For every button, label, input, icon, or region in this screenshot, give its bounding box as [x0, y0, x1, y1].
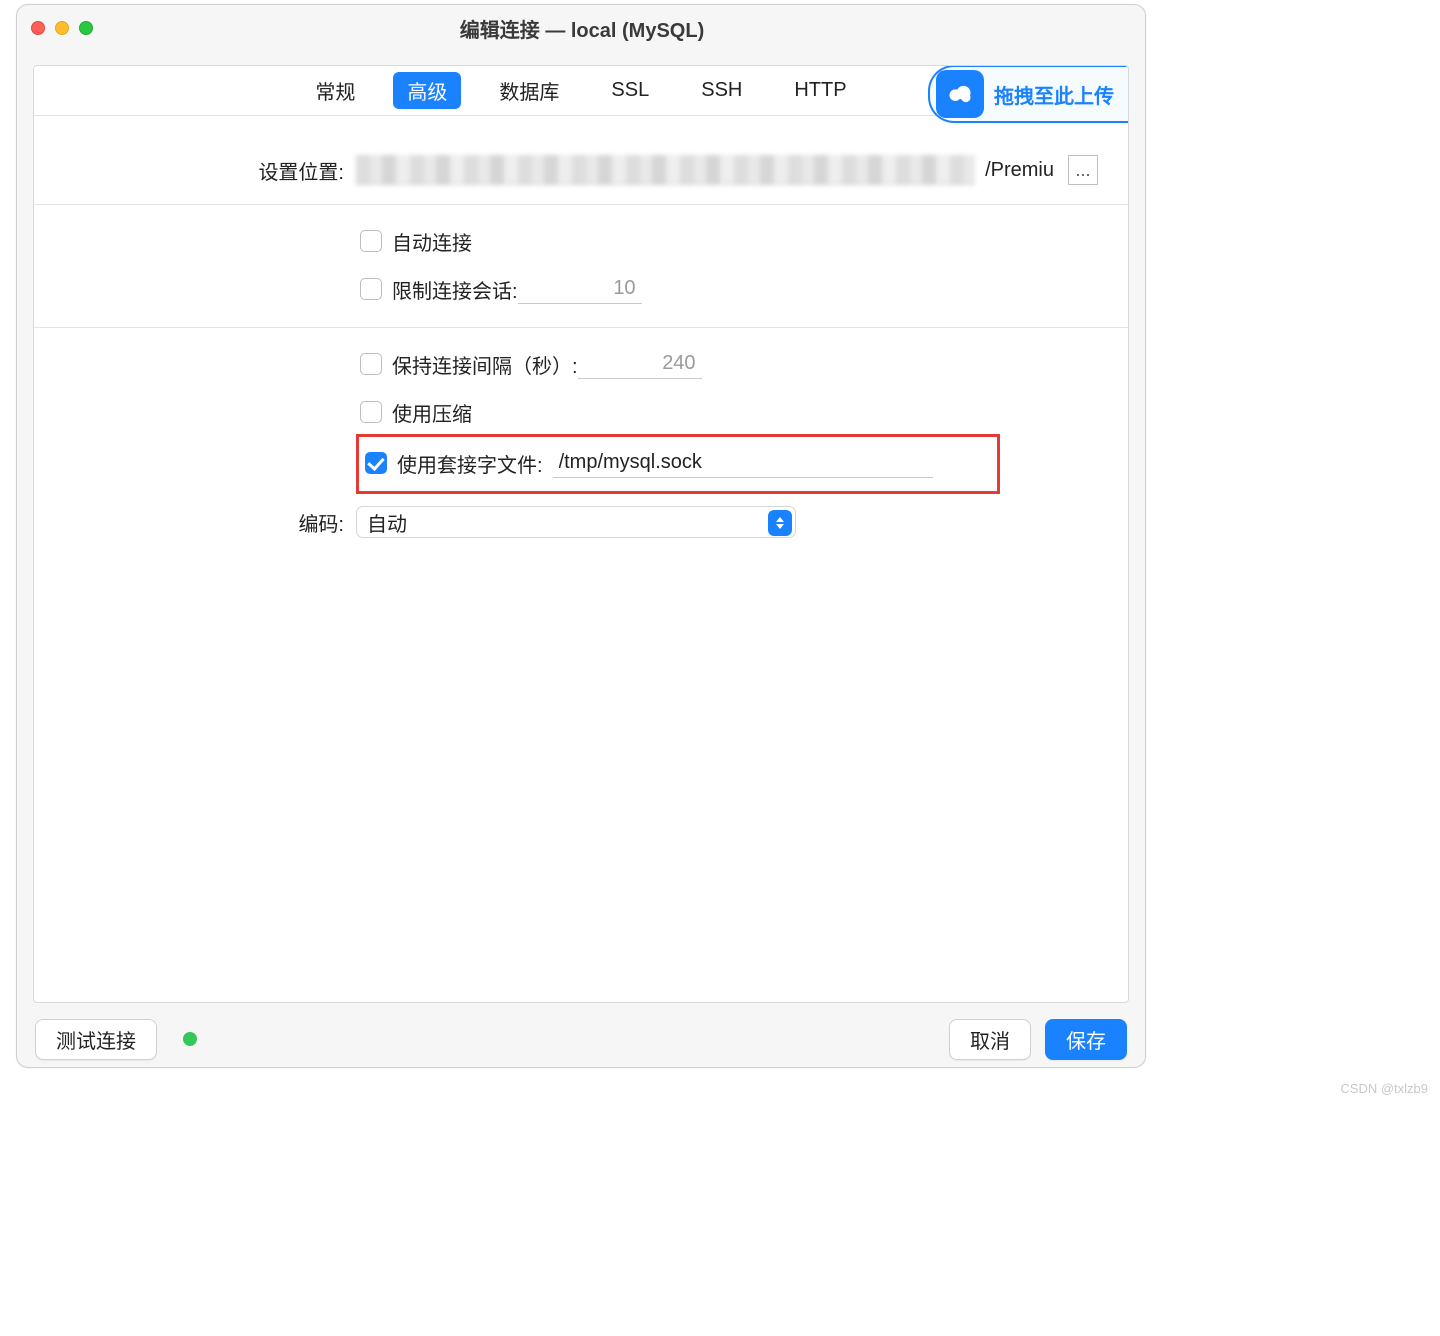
- browse-location-button[interactable]: ...: [1068, 155, 1098, 185]
- content-panel: 常规 高级 数据库 SSL SSH HTTP 拖拽至此上传 设置位置: /Pre…: [33, 65, 1129, 1003]
- location-value-redacted: [356, 155, 975, 185]
- encoding-label: 编码:: [64, 508, 356, 537]
- divider: [34, 204, 1128, 205]
- keepalive-checkbox[interactable]: [360, 353, 382, 375]
- form: 设置位置: /Premiu ... 自动连接: [34, 116, 1128, 556]
- auto-connect-label: 自动连接: [392, 227, 472, 256]
- keepalive-label: 保持连接间隔（秒）:: [392, 350, 578, 379]
- socket-checkbox[interactable]: [365, 452, 387, 474]
- divider: [34, 327, 1128, 328]
- auto-connect-checkbox[interactable]: [360, 230, 382, 252]
- socket-label: 使用套接字文件:: [397, 449, 543, 478]
- limit-sessions-input[interactable]: [518, 274, 642, 304]
- cloud-icon: [936, 70, 984, 118]
- tab-advanced[interactable]: 高级: [393, 72, 461, 109]
- save-button[interactable]: 保存: [1045, 1019, 1127, 1060]
- keepalive-input[interactable]: [578, 349, 702, 379]
- socket-highlight: 使用套接字文件:: [356, 434, 1000, 494]
- titlebar: 编辑连接 — local (MySQL): [17, 5, 1145, 51]
- window-controls: [31, 21, 93, 35]
- edit-connection-modal: 编辑连接 — local (MySQL) 常规 高级 数据库 SSL SSH H…: [16, 4, 1146, 1068]
- limit-sessions-label: 限制连接会话:: [392, 275, 518, 304]
- encoding-value: 自动: [367, 508, 407, 537]
- zoom-window-button[interactable]: [79, 21, 93, 35]
- cancel-button[interactable]: 取消: [949, 1019, 1031, 1060]
- updown-icon: [768, 510, 792, 536]
- upload-label: 拖拽至此上传: [994, 80, 1114, 109]
- compression-label: 使用压缩: [392, 398, 472, 427]
- test-connection-button[interactable]: 测试连接: [35, 1019, 157, 1060]
- encoding-select[interactable]: 自动: [356, 506, 796, 538]
- location-label: 设置位置:: [64, 156, 356, 185]
- compression-checkbox[interactable]: [360, 401, 382, 423]
- location-trail: /Premiu: [985, 159, 1054, 182]
- upload-dropzone[interactable]: 拖拽至此上传: [928, 65, 1128, 123]
- connection-status-indicator: [183, 1032, 197, 1046]
- socket-path-input[interactable]: [553, 448, 933, 478]
- footer: 测试连接 取消 保存: [17, 1011, 1145, 1067]
- tab-http[interactable]: HTTP: [780, 75, 860, 106]
- tab-general[interactable]: 常规: [301, 72, 369, 109]
- limit-sessions-checkbox[interactable]: [360, 278, 382, 300]
- close-window-button[interactable]: [31, 21, 45, 35]
- watermark: CSDN @txlzb9: [1340, 1081, 1428, 1096]
- tab-ssl[interactable]: SSL: [597, 75, 663, 106]
- window-title: 编辑连接 — local (MySQL): [93, 14, 1071, 43]
- minimize-window-button[interactable]: [55, 21, 69, 35]
- tab-database[interactable]: 数据库: [485, 72, 573, 109]
- tab-ssh[interactable]: SSH: [687, 75, 756, 106]
